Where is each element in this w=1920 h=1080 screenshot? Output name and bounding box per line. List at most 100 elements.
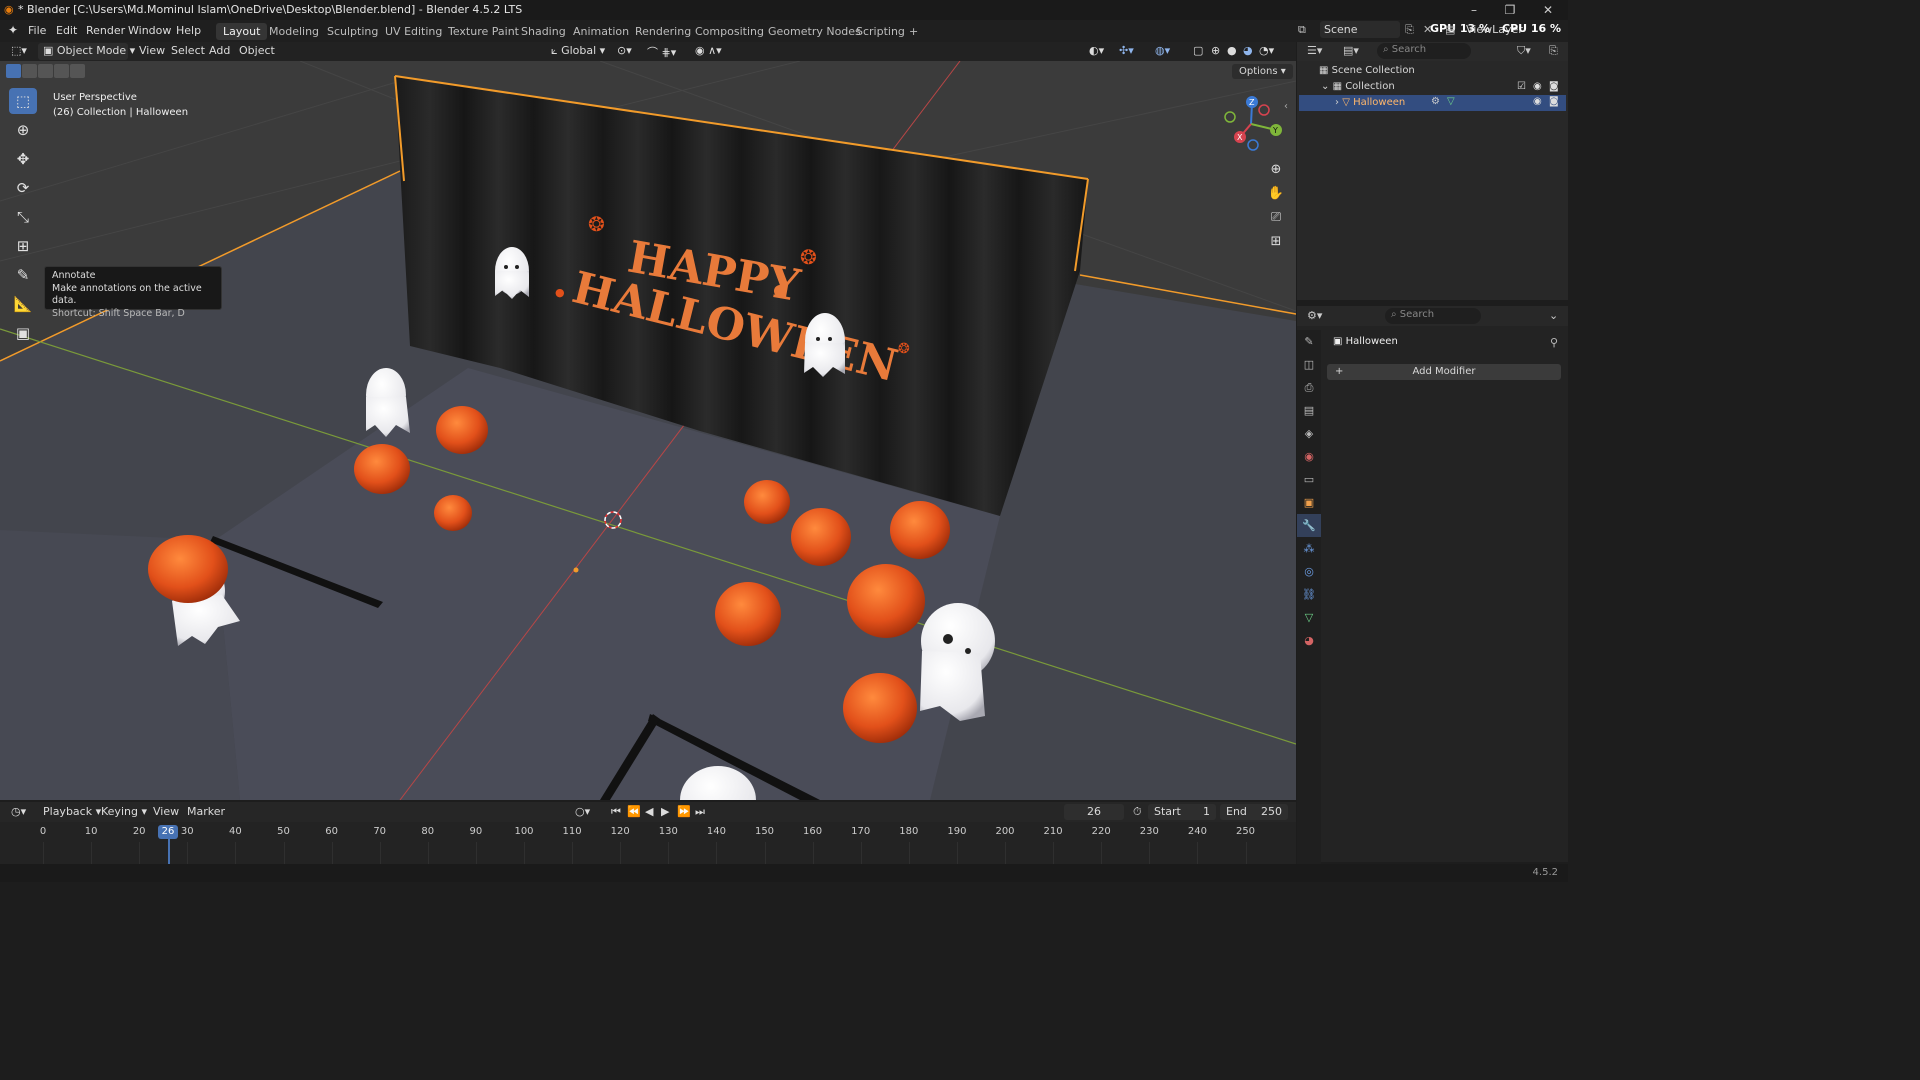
- snap-icon[interactable]: ⌒ ⋕▾: [642, 43, 681, 60]
- overlay-toggle-icon[interactable]: ◍▾: [1150, 43, 1175, 60]
- scene-selector[interactable]: Scene: [1320, 21, 1400, 38]
- menu-marker[interactable]: Marker: [182, 804, 230, 821]
- add-modifier-button[interactable]: + Add Modifier: [1327, 364, 1561, 380]
- select-mode-invert-icon[interactable]: [54, 64, 69, 78]
- auto-keying-icon[interactable]: ○▾: [570, 804, 595, 821]
- new-collection-icon[interactable]: ⎘: [1549, 44, 1558, 58]
- pin-icon[interactable]: ⚲: [1550, 336, 1558, 349]
- maximize-button[interactable]: ❐: [1502, 2, 1518, 18]
- current-frame-field[interactable]: 26: [1064, 804, 1124, 820]
- select-mode-extend-icon[interactable]: [22, 64, 37, 78]
- menu-add[interactable]: Add: [204, 43, 235, 60]
- select-mode-intersect-icon[interactable]: [70, 64, 85, 78]
- menu-view[interactable]: View: [134, 43, 170, 60]
- add-cube-tool-icon[interactable]: ▣: [9, 320, 37, 346]
- outliner-row-scene-collection[interactable]: ▦ Scene Collection: [1319, 65, 1415, 76]
- minimize-button[interactable]: –: [1466, 2, 1482, 18]
- blender-menu-icon[interactable]: ✦: [8, 23, 18, 37]
- properties-search[interactable]: ⌕ Search: [1385, 308, 1481, 324]
- mesh-data-icon[interactable]: ▽: [1447, 96, 1455, 107]
- modifier-icon[interactable]: ⚙: [1431, 96, 1440, 107]
- particles-tab-icon[interactable]: ⁂: [1297, 537, 1321, 560]
- gizmo-toggle-icon[interactable]: ✣▾: [1114, 43, 1139, 60]
- menu-object[interactable]: Object: [234, 43, 280, 60]
- view-layer-tab-icon[interactable]: ▤: [1297, 399, 1321, 422]
- new-scene-icon[interactable]: ⎘: [1405, 23, 1414, 37]
- collection-camera-icon[interactable]: ◙: [1549, 81, 1559, 92]
- constraints-tab-icon[interactable]: ⛓: [1297, 583, 1321, 606]
- material-tab-icon[interactable]: ◕: [1297, 629, 1321, 652]
- menu-keying[interactable]: Keying ▾: [96, 804, 152, 821]
- timeline-ruler[interactable]: 0 10 20 30 40 50 60 70 80 90 100 110 120 130 140 150 160…: [0, 823, 1296, 864]
- cursor-tool-icon[interactable]: ⊕: [9, 117, 37, 143]
- outliner-row-collection[interactable]: ⌄ ▦ Collection ☑ ◉ ◙: [1321, 81, 1568, 92]
- sidebar-toggle-icon[interactable]: ‹: [1284, 101, 1288, 112]
- proportional-edit-icon[interactable]: ◉ ∧▾: [690, 43, 727, 60]
- pivot-point-icon[interactable]: ⊙▾: [612, 43, 637, 60]
- collection-checkbox-icon[interactable]: ☑: [1517, 81, 1526, 92]
- 3d-viewport[interactable]: ❂ ❂ ❂ ● HAPPY HALLOWEEN User Perspective…: [0, 61, 1296, 800]
- zoom-icon[interactable]: ⊕: [1266, 158, 1286, 182]
- menu-file[interactable]: File: [22, 23, 52, 38]
- tool-tab-icon[interactable]: ✎: [1297, 330, 1321, 353]
- object-tab-icon[interactable]: ▣: [1297, 491, 1321, 514]
- collection-eye-icon[interactable]: ◉: [1533, 81, 1542, 92]
- visibility-icon[interactable]: ◐▾: [1084, 43, 1109, 60]
- add-workspace-button[interactable]: +: [902, 23, 925, 40]
- tab-compositing[interactable]: Compositing: [688, 23, 771, 40]
- menu-edit[interactable]: Edit: [50, 23, 83, 38]
- ortho-toggle-icon[interactable]: ⊞: [1266, 230, 1286, 254]
- render-tab-icon[interactable]: ◫: [1297, 353, 1321, 376]
- outliner-row-halloween[interactable]: › ▽ Halloween ⚙ ▽ ◉ ◙: [1299, 95, 1566, 111]
- mode-selector[interactable]: ▣ Object Mode ▾: [38, 43, 135, 60]
- menu-help[interactable]: Help: [170, 23, 207, 38]
- properties-editor-type-icon[interactable]: ⚙▾: [1307, 309, 1322, 322]
- select-mode-subtract-icon[interactable]: [38, 64, 53, 78]
- tab-modeling[interactable]: Modeling: [262, 23, 326, 40]
- expand-collection-icon[interactable]: ⌄: [1321, 81, 1333, 92]
- tab-animation[interactable]: Animation: [566, 23, 636, 40]
- filter-icon[interactable]: ⛉▾: [1517, 44, 1531, 58]
- move-tool-icon[interactable]: ✥: [9, 146, 37, 172]
- physics-tab-icon[interactable]: ◎: [1297, 560, 1321, 583]
- display-mode-icon[interactable]: ▤▾: [1343, 44, 1359, 57]
- outliner-editor-type-icon[interactable]: ☰▾: [1307, 44, 1322, 57]
- timeline-editor-type-icon[interactable]: ◷▾: [6, 804, 31, 821]
- orientation-selector[interactable]: ⟀ Global ▾: [546, 43, 610, 60]
- collection-tab-icon[interactable]: ▭: [1297, 468, 1321, 491]
- output-tab-icon[interactable]: ⎙: [1297, 376, 1321, 399]
- jump-end-icon[interactable]: ⏭: [690, 804, 710, 821]
- tab-uv-editing[interactable]: UV Editing: [378, 23, 449, 40]
- select-mode-new-icon[interactable]: [6, 64, 21, 78]
- start-frame-field[interactable]: Start 1: [1148, 804, 1216, 820]
- pan-hand-icon[interactable]: ✋: [1266, 182, 1286, 206]
- playhead[interactable]: 26: [158, 825, 179, 839]
- measure-tool-icon[interactable]: 📐: [9, 291, 37, 317]
- properties-options-icon[interactable]: ⌄: [1549, 309, 1558, 322]
- editor-type-icon[interactable]: ⬚▾: [6, 43, 32, 60]
- select-box-tool-icon[interactable]: ⬚: [9, 88, 37, 114]
- world-tab-icon[interactable]: ◉: [1297, 445, 1321, 468]
- tab-layout[interactable]: Layout: [216, 23, 268, 40]
- close-button[interactable]: ✕: [1540, 2, 1556, 18]
- rotate-tool-icon[interactable]: ⟳: [9, 175, 37, 201]
- object-camera-icon[interactable]: ◙: [1549, 96, 1559, 107]
- annotate-tool-icon[interactable]: ✎: [9, 262, 37, 288]
- tab-shading[interactable]: Shading: [514, 23, 573, 40]
- tab-sculpting[interactable]: Sculpting: [320, 23, 385, 40]
- preview-range-icon[interactable]: ⏱: [1128, 804, 1147, 821]
- perspective-label: User Perspective: [53, 92, 137, 103]
- end-frame-field[interactable]: End 250: [1220, 804, 1288, 820]
- transform-tool-icon[interactable]: ⊞: [9, 233, 37, 259]
- options-dropdown[interactable]: Options ▾: [1232, 64, 1293, 79]
- camera-view-icon[interactable]: ⎚: [1266, 206, 1286, 230]
- modifier-tab-icon[interactable]: 🔧: [1297, 514, 1321, 537]
- outliner-search[interactable]: ⌕ Search: [1377, 43, 1471, 59]
- rendered-shading-icon[interactable]: ◔▾: [1254, 43, 1279, 60]
- object-eye-icon[interactable]: ◉: [1533, 96, 1542, 107]
- scale-tool-icon[interactable]: ⤡: [9, 204, 37, 230]
- scene-tab-icon[interactable]: ◈: [1297, 422, 1321, 445]
- data-tab-icon[interactable]: ▽: [1297, 606, 1321, 629]
- menu-timeline-view[interactable]: View: [148, 804, 184, 821]
- navigation-gizmo[interactable]: Z Y X: [1218, 91, 1288, 161]
